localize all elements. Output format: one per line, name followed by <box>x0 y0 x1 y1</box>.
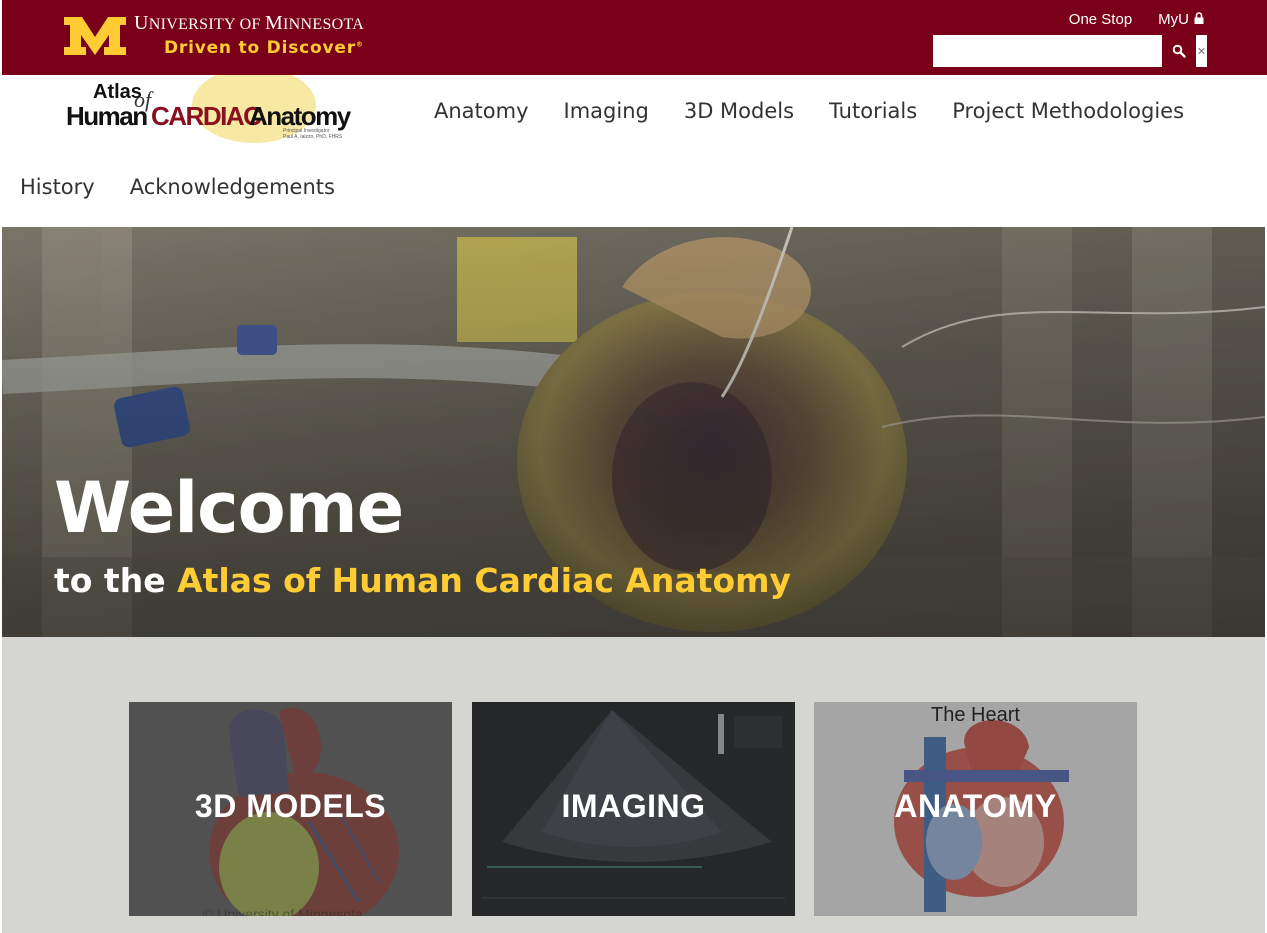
diagram-title: The Heart <box>931 704 1020 726</box>
nav-tutorials[interactable]: Tutorials <box>829 99 917 123</box>
university-name: UNIVERSITY OF MINNESOTA <box>134 12 365 34</box>
search-box: ✕ <box>933 35 1207 67</box>
header-links: One Stop MyU <box>1069 11 1205 28</box>
block-m-logo <box>64 17 126 55</box>
tile-label: IMAGING <box>561 788 706 824</box>
nav-history[interactable]: History <box>20 175 95 199</box>
tile-label: 3D MODELS <box>194 788 387 824</box>
hero-subtitle: to the Atlas of Human Cardiac Anatomy <box>54 561 792 600</box>
secondary-nav: History Acknowledgements <box>20 175 370 199</box>
university-header: UNIVERSITY OF MINNESOTA Driven to Discov… <box>2 0 1267 75</box>
search-button[interactable] <box>1162 35 1196 67</box>
feature-tiles: © University of Minnesota 3D MODELS IMAG… <box>2 637 1265 933</box>
myu-link[interactable]: MyU <box>1158 11 1205 28</box>
university-tagline: Driven to Discover® <box>164 38 364 58</box>
one-stop-link[interactable]: One Stop <box>1069 11 1132 28</box>
copyright-text: © University of Minnesota <box>203 906 363 916</box>
atlas-logo-graphic: Atlas of Human CARDIAC Anatomy Principal… <box>66 67 353 143</box>
university-wordmark[interactable]: UNIVERSITY OF MINNESOTA Driven to Discov… <box>60 12 390 64</box>
tile-imaging[interactable]: IMAGING <box>472 702 795 916</box>
atlas-logo[interactable]: Atlas of Human CARDIAC Anatomy Principal… <box>64 67 364 145</box>
nav-acknowledgements[interactable]: Acknowledgements <box>130 175 335 199</box>
lock-icon <box>1194 11 1204 24</box>
svg-text:Paul A. Iaizzo, PhD, FHRS: Paul A. Iaizzo, PhD, FHRS <box>283 134 343 140</box>
tile-anatomy[interactable]: The Heart ANATOMY <box>814 702 1137 916</box>
main-nav: Anatomy Imaging 3D Models Tutorials Proj… <box>434 99 1219 123</box>
svg-text:Human: Human <box>66 101 147 131</box>
hero-title: Welcome <box>54 467 404 549</box>
search-input[interactable] <box>933 35 1162 67</box>
nav-project-methodologies[interactable]: Project Methodologies <box>952 99 1184 123</box>
svg-text:Anatomy: Anatomy <box>249 101 352 131</box>
nav-3d-models[interactable]: 3D Models <box>684 99 794 123</box>
tile-label: ANATOMY <box>894 788 1057 824</box>
clear-search-icon[interactable]: ✕ <box>1196 35 1207 67</box>
svg-text:CARDIAC: CARDIAC <box>151 101 262 131</box>
site-navigation: Atlas of Human CARDIAC Anatomy Principal… <box>2 67 1267 227</box>
nav-anatomy[interactable]: Anatomy <box>434 99 529 123</box>
hero-banner: Welcome to the Atlas of Human Cardiac An… <box>2 227 1265 637</box>
search-icon <box>1172 44 1186 58</box>
tile-3d-models[interactable]: © University of Minnesota 3D MODELS <box>129 702 452 916</box>
nav-imaging[interactable]: Imaging <box>564 99 649 123</box>
